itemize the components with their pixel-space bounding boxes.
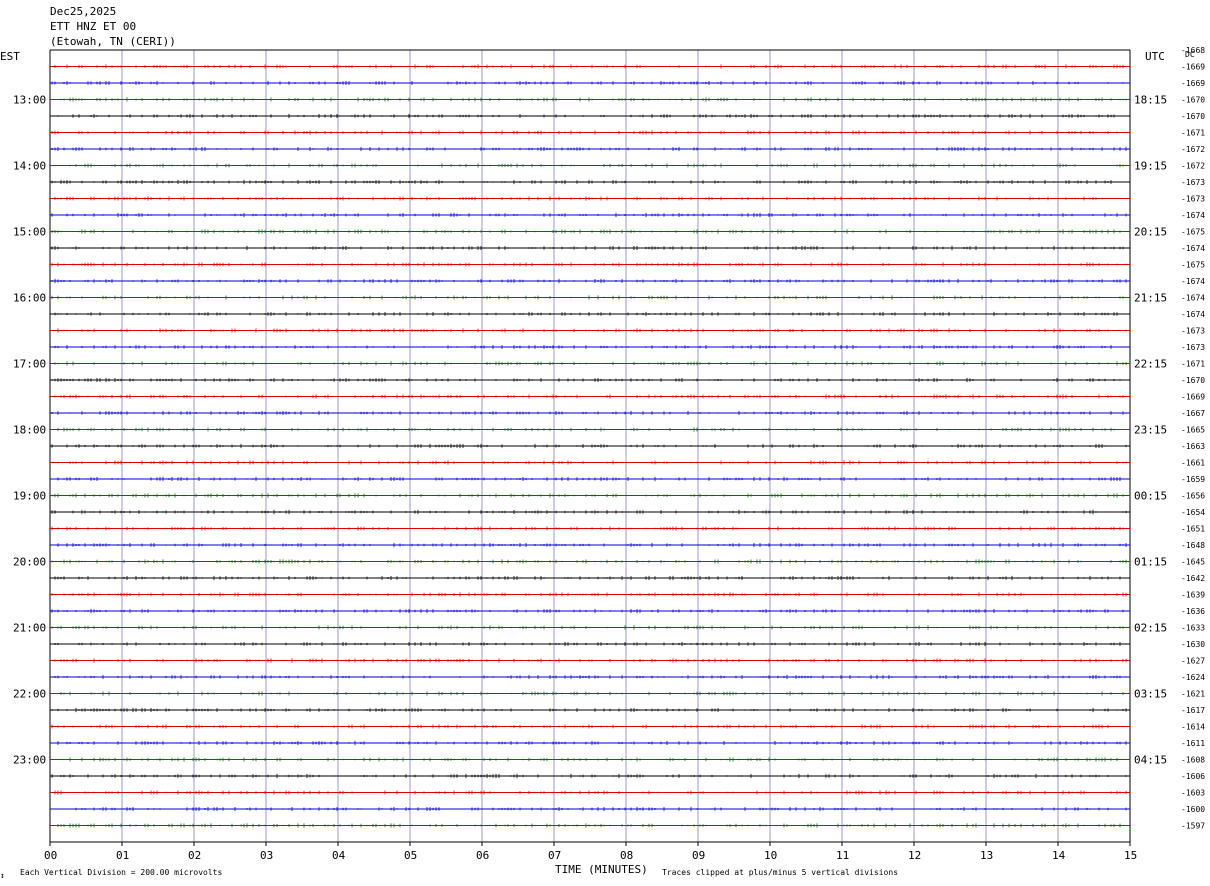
chart-date: Dec25,2025 [50,5,116,18]
utc-hour-label: 23:15 [1134,424,1167,437]
dc-offset-label: -1651 [1181,525,1205,534]
dc-offset-label: -1673 [1181,327,1205,336]
x-tick-label: 13 [980,849,993,862]
helicorder-chart: Dec25,2025 ETT HNZ ET 00 (Etowah, TN (CE… [0,5,1205,880]
dc-offset-label: -1663 [1181,442,1205,451]
dc-offset-label: -1656 [1181,492,1205,501]
est-hour-label: 22:00 [13,688,46,701]
est-hour-label: 15:00 [13,226,46,239]
est-hour-label: 16:00 [13,292,46,305]
dc-offset-label: -1674 [1181,277,1205,286]
dc-offset-label: -1671 [1181,129,1205,138]
station-code: ETT HNZ ET 00 [50,20,136,33]
dc-offset-label: -1670 [1181,376,1205,385]
dc-offset-label: -1645 [1181,558,1205,567]
dc-offset-label: -1659 [1181,475,1205,484]
x-tick-label: 09 [692,849,705,862]
dc-offset-label: -1606 [1181,772,1205,781]
axis-labels: 00 01 02 03 04 05 06 07 08 09 10 11 12 13 14 15 13:00 14:… [13,46,1205,862]
dc-offset-label: -1621 [1181,690,1205,699]
dc-offset-label: -1670 [1181,112,1205,121]
dc-offset-label: -1654 [1181,508,1205,517]
dc-offset-label: -1597 [1181,822,1205,831]
left-timezone-label: EST [0,50,20,63]
dc-offset-label: -1614 [1181,723,1205,732]
x-tick-label: 10 [764,849,777,862]
x-tick-label: 01 [116,849,129,862]
utc-hour-label: 03:15 [1134,688,1167,701]
utc-hour-label: 18:15 [1134,94,1167,107]
utc-hour-label: 02:15 [1134,622,1167,635]
dc-offset-label: -1672 [1181,145,1205,154]
dc-offset-label: -1648 [1181,541,1205,550]
dc-offset-label: -1603 [1181,789,1205,798]
est-hour-label: 14:00 [13,160,46,173]
station-location: (Etowah, TN (CERI)) [50,35,176,48]
x-axis-title: TIME (MINUTES) [555,863,648,876]
dc-offset-label: -1673 [1181,178,1205,187]
dc-offset-label: -1672 [1181,162,1205,171]
dc-offset-label: -1633 [1181,624,1205,633]
dc-offset-label: -1665 [1181,426,1205,435]
x-tick-label: 12 [908,849,921,862]
est-hour-label: 17:00 [13,358,46,371]
dc-offset-label: -1674 [1181,310,1205,319]
est-hour-label: 13:00 [13,94,46,107]
dc-offset-label: -1673 [1181,195,1205,204]
dc-offset-label: -1668 [1181,46,1205,55]
x-tick-label: 00 [44,849,57,862]
dc-offset-label: -1669 [1181,63,1205,72]
utc-hour-label: 20:15 [1134,226,1167,239]
x-tick-label: 14 [1052,849,1066,862]
dc-offset-label: -1608 [1181,756,1205,765]
x-tick-label: 02 [188,849,201,862]
utc-hour-label: 01:15 [1134,556,1167,569]
dc-offset-label: -1630 [1181,640,1205,649]
x-tick-label: 06 [476,849,489,862]
x-tick-label: 15 [1124,849,1137,862]
dc-offset-label: -1667 [1181,409,1205,418]
clipping-note: Traces clipped at plus/minus 5 vertical … [662,868,898,877]
right-timezone-label: UTC [1145,50,1165,63]
x-tick-label: 11 [836,849,849,862]
utc-hour-label: 19:15 [1134,160,1167,173]
dc-offset-label: -1675 [1181,261,1205,270]
dc-offset-label: -1674 [1181,211,1205,220]
x-tick-label: 04 [332,849,346,862]
dc-offset-label: -1673 [1181,343,1205,352]
dc-offset-label: -1636 [1181,607,1205,616]
dc-offset-label: -1639 [1181,591,1205,600]
x-tick-label: 03 [260,849,273,862]
utc-hour-label: 22:15 [1134,358,1167,371]
dc-offset-label: -1617 [1181,706,1205,715]
est-hour-label: 20:00 [13,556,46,569]
seismic-traces [50,64,1130,828]
dc-offset-label: -1674 [1181,294,1205,303]
dc-offset-label: -1624 [1181,673,1205,682]
dc-offset-label: -1600 [1181,805,1205,814]
scale-arrow-icon: ↕ [0,871,5,880]
utc-hour-label: 00:15 [1134,490,1167,503]
dc-offset-label: -1669 [1181,79,1205,88]
utc-hour-label: 04:15 [1134,754,1167,767]
x-tick-label: 05 [404,849,417,862]
dc-offset-label: -1661 [1181,459,1205,468]
dc-offset-label: -1669 [1181,393,1205,402]
x-tick-label: 07 [548,849,561,862]
est-hour-label: 23:00 [13,754,46,767]
dc-offset-label: -1675 [1181,228,1205,237]
dc-offset-label: -1674 [1181,244,1205,253]
est-hour-label: 21:00 [13,622,46,635]
dc-offset-label: -1611 [1181,739,1205,748]
dc-offset-label: -1671 [1181,360,1205,369]
x-tick-label: 08 [620,849,633,862]
division-scale-note: Each Vertical Division = 200.00 microvol… [20,868,222,877]
est-hour-label: 19:00 [13,490,46,503]
dc-offset-label: -1670 [1181,96,1205,105]
est-hour-label: 18:00 [13,424,46,437]
dc-offset-label: -1642 [1181,574,1205,583]
dc-offset-label: -1627 [1181,657,1205,666]
utc-hour-label: 21:15 [1134,292,1167,305]
